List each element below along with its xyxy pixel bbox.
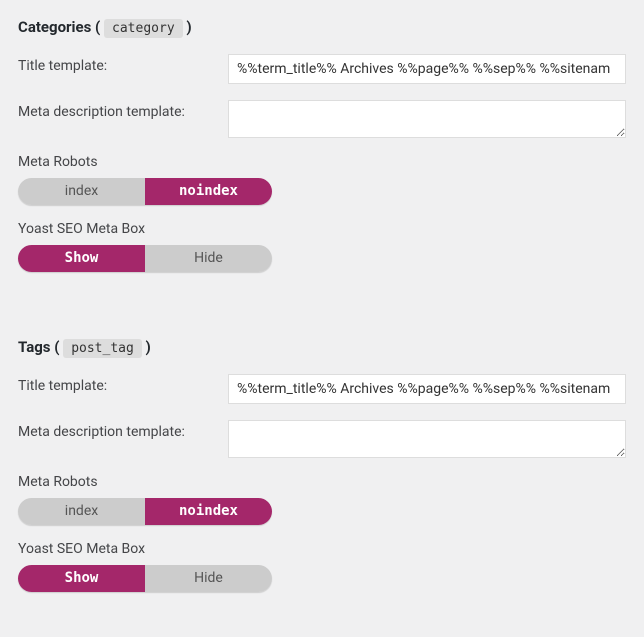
- yoast-metabox-toggle-option[interactable]: Show: [18, 565, 145, 592]
- yoast-metabox-toggle: ShowHide: [18, 245, 272, 272]
- heading-code: category: [104, 19, 183, 38]
- heading-text: Categories: [18, 18, 91, 36]
- yoast-metabox-toggle: ShowHide: [18, 565, 272, 592]
- yoast-metabox-label: Yoast SEO Meta Box: [18, 541, 626, 557]
- title-template-input[interactable]: [228, 374, 626, 404]
- heading-code: post_tag: [63, 339, 142, 358]
- yoast-metabox-label: Yoast SEO Meta Box: [18, 221, 626, 237]
- title-template-input[interactable]: [228, 54, 626, 84]
- meta-robots-label: Meta Robots: [18, 474, 626, 490]
- section-tags: Tags ( post_tag ) Title template: Meta des…: [18, 338, 626, 608]
- yoast-metabox-toggle-option[interactable]: Hide: [145, 245, 272, 272]
- meta-robots-toggle-option[interactable]: noindex: [145, 498, 272, 525]
- meta-description-input[interactable]: [228, 420, 626, 458]
- meta-robots-label: Meta Robots: [18, 154, 626, 170]
- title-template-label: Title template:: [18, 54, 228, 74]
- meta-description-input[interactable]: [228, 100, 626, 138]
- meta-robots-toggle-option[interactable]: index: [18, 498, 145, 525]
- meta-robots-toggle-option[interactable]: noindex: [145, 178, 272, 205]
- section-heading: Categories ( category ): [18, 18, 626, 36]
- section-heading: Tags ( post_tag ): [18, 338, 626, 356]
- heading-text: Tags: [18, 338, 51, 356]
- meta-robots-toggle: indexnoindex: [18, 178, 272, 205]
- meta-robots-toggle-option[interactable]: index: [18, 178, 145, 205]
- section-categories: Categories ( category ) Title template: Me…: [18, 18, 626, 288]
- meta-description-label: Meta description template:: [18, 420, 228, 440]
- meta-robots-toggle: indexnoindex: [18, 498, 272, 525]
- yoast-metabox-toggle-option[interactable]: Show: [18, 245, 145, 272]
- yoast-metabox-toggle-option[interactable]: Hide: [145, 565, 272, 592]
- meta-description-label: Meta description template:: [18, 100, 228, 120]
- title-template-label: Title template:: [18, 374, 228, 394]
